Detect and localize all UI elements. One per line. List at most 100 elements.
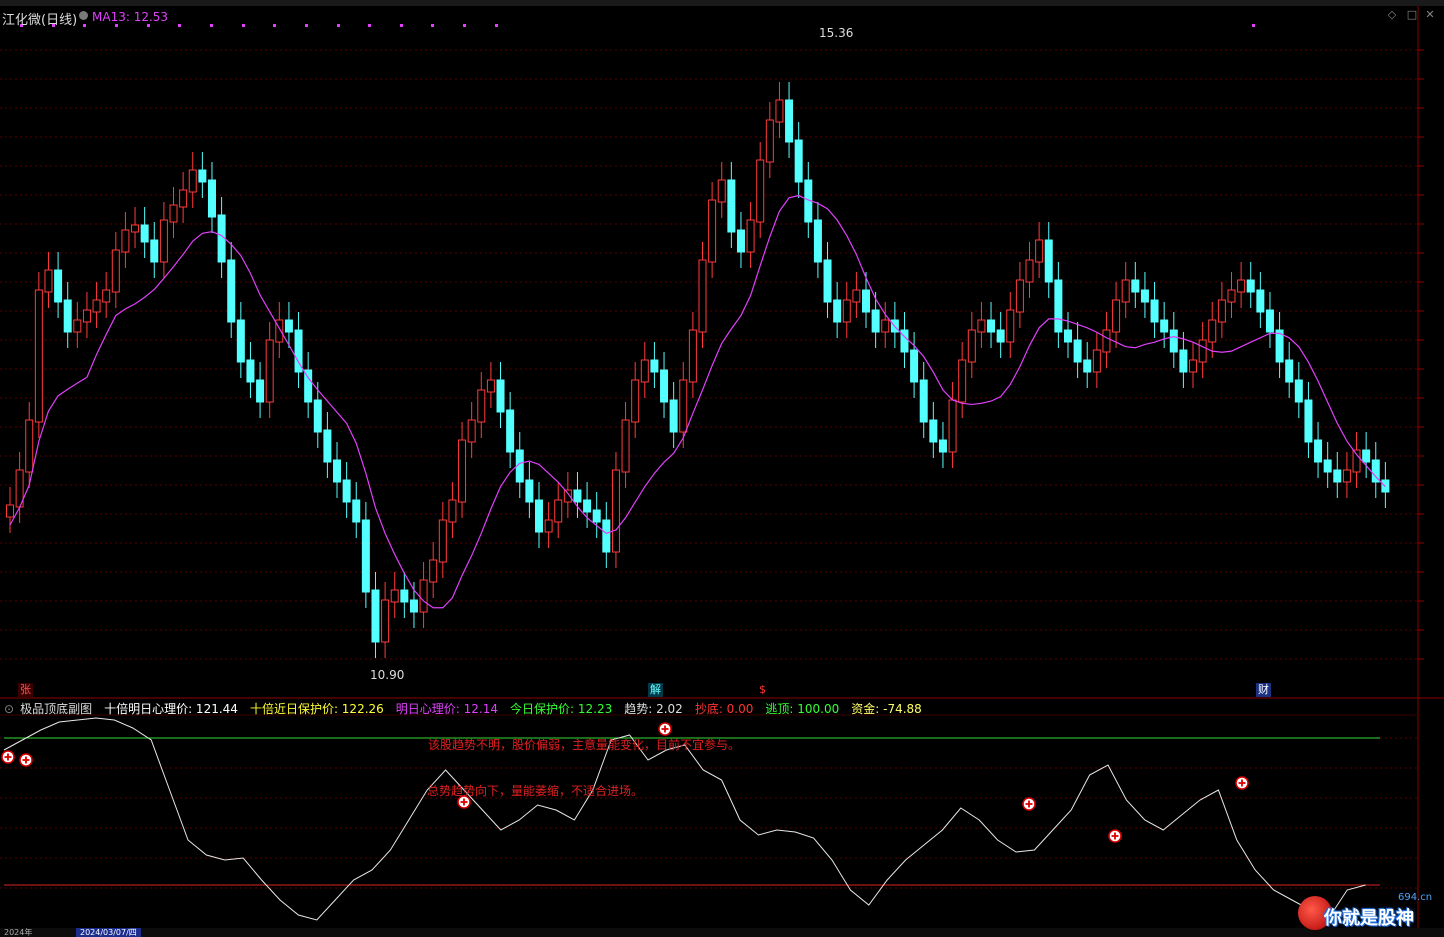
candle-body [1198, 339, 1207, 363]
candle-body [746, 219, 755, 253]
ma-settings-icon[interactable] [79, 11, 88, 20]
candle-body [1362, 449, 1371, 463]
candle-body [1208, 319, 1217, 343]
signal-dot [178, 24, 181, 27]
candle-body [727, 179, 736, 233]
candle-body [1035, 239, 1044, 263]
signal-dot [463, 24, 466, 27]
candle-body [265, 339, 274, 403]
candle-body [381, 599, 390, 643]
candle-body [583, 499, 592, 513]
signal-dot [495, 24, 498, 27]
candle-body [102, 289, 111, 303]
candle-body [323, 429, 332, 463]
candle-body [1054, 279, 1063, 333]
candle-body [631, 379, 640, 423]
candle-body [246, 359, 255, 383]
analysis-note-2: 总势趋势向下，量能萎缩，不适合进场。 [427, 784, 644, 798]
candle-body [352, 499, 361, 523]
candle-body [765, 119, 774, 163]
indicator-value-1: 十倍近日保护价: 122.26 [249, 702, 384, 716]
candle-body [1102, 329, 1111, 353]
candle-body [188, 169, 197, 193]
indicator-value-5: 抄底: 0.00 [694, 702, 754, 716]
panel-layout-icon[interactable]: □ [1406, 9, 1418, 21]
candle-body [236, 319, 245, 363]
candle-body [987, 319, 996, 333]
signal-dot [210, 24, 213, 27]
candle-body [1227, 289, 1236, 303]
candle-body [92, 299, 101, 313]
indicator-value-7: 资金: -74.88 [851, 702, 922, 716]
candle-body [1112, 299, 1121, 333]
candle-body [1314, 439, 1323, 463]
indicator-settings-icon[interactable]: ⊙ [4, 702, 14, 716]
candle-body [1217, 299, 1226, 323]
brand-logo: 你就是股神 694.cn [1296, 890, 1442, 936]
candle-body [1285, 359, 1294, 383]
candle-body [1333, 469, 1342, 483]
candle-body [1189, 359, 1198, 373]
logo-text: 你就是股神 [1324, 908, 1414, 929]
candle-body [1073, 339, 1082, 363]
candle-body [862, 289, 871, 313]
indicator-header: ⊙ 极品顶底副图 十倍明日心理价: 121.44 十倍近日保护价: 122.26 明日心… [4, 700, 934, 717]
indicator-value-4: 趋势: 2.02 [624, 702, 683, 716]
candle-body [448, 499, 457, 523]
signal-dot [273, 24, 276, 27]
candle-body [967, 329, 976, 363]
signal-dot [305, 24, 308, 27]
candle-body [256, 379, 265, 403]
candle-body [813, 219, 822, 263]
panel-toggle-icon[interactable]: ◇ [1386, 9, 1398, 21]
signal-dot [431, 24, 434, 27]
candle-body [25, 419, 34, 473]
candle-body [477, 389, 486, 423]
candle-body [371, 589, 380, 643]
candle-body [756, 159, 765, 223]
candle-body [794, 139, 803, 183]
indicator-value-3: 今日保护价: 12.23 [510, 702, 613, 716]
signal-dot [337, 24, 340, 27]
candle-body [1160, 319, 1169, 333]
candle-body [611, 469, 620, 553]
candle-body [736, 229, 745, 253]
marker-jie[interactable]: 解 [648, 683, 663, 697]
candle-body [1015, 279, 1024, 313]
candle-body [1006, 309, 1015, 343]
candle-body [400, 589, 409, 603]
candle-body [833, 299, 842, 323]
candle-body [159, 219, 168, 263]
marker-zhang[interactable]: 张 [18, 683, 33, 697]
candle-body [640, 359, 649, 383]
date-selected[interactable]: 2024/03/07/四 [76, 928, 141, 937]
candle-body [660, 369, 669, 403]
candle-body [919, 379, 928, 423]
date-axis[interactable] [0, 928, 1444, 937]
chart-canvas[interactable] [0, 0, 1444, 937]
candle-body [1150, 299, 1159, 323]
panel-close-icon[interactable]: ✕ [1424, 9, 1436, 21]
marker-dollar[interactable]: $ [757, 683, 768, 697]
candle-body [506, 409, 515, 453]
signal-dot [368, 24, 371, 27]
candle-body [1323, 459, 1332, 473]
indicator-value-6: 逃顶: 100.00 [765, 702, 840, 716]
candle-body [679, 379, 688, 433]
candle-body [227, 259, 236, 323]
candle-body [361, 519, 370, 593]
candle-body [1121, 279, 1130, 303]
signal-dot [1252, 24, 1255, 27]
candle-body [34, 289, 43, 423]
marker-cai[interactable]: 财 [1256, 683, 1271, 697]
candle-body [688, 329, 697, 383]
candle-body [1265, 309, 1274, 333]
candle-body [429, 559, 438, 583]
candle-body [534, 499, 543, 533]
candle-body [554, 499, 563, 523]
candle-body [121, 229, 130, 253]
candle-body [1294, 379, 1303, 403]
candle-body [1246, 279, 1255, 293]
ma13-line [9, 194, 1386, 609]
candle-body [592, 509, 601, 523]
